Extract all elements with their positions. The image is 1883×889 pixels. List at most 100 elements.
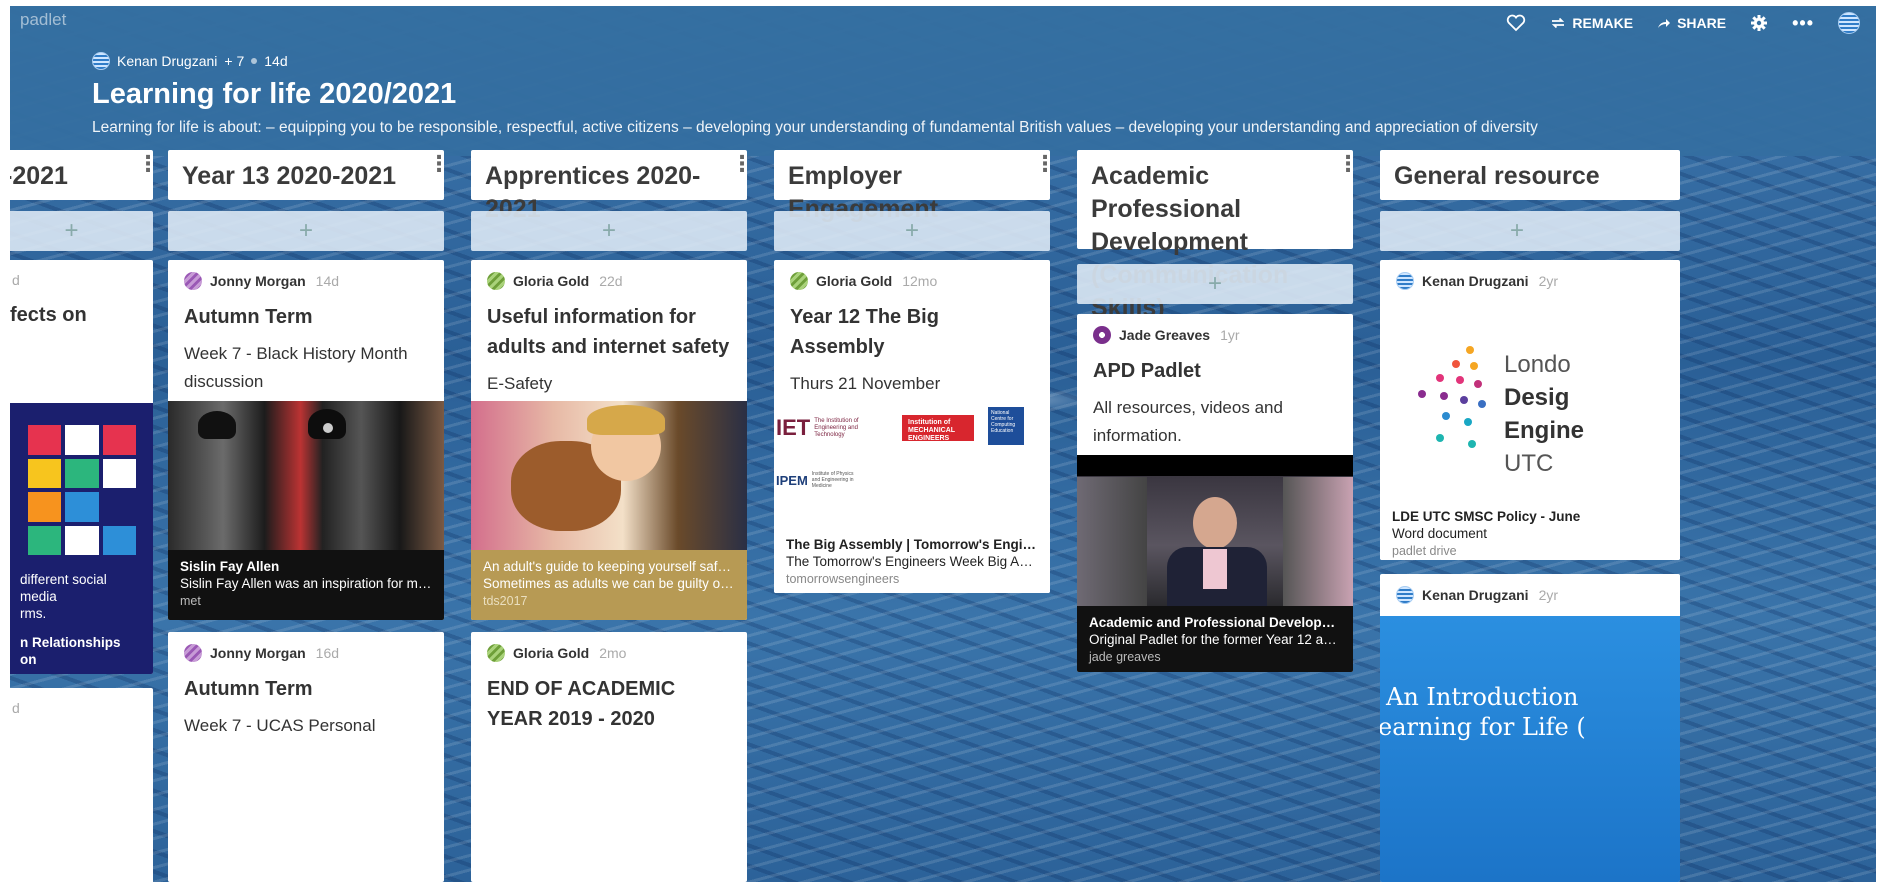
- column-header[interactable]: Apprentices 2020-2021 ⋮: [471, 150, 753, 223]
- post-attachment[interactable]: An adult's guide to keeping yourself saf…: [471, 550, 747, 620]
- attachment-description: Sislin Fay Allen was an inspiration for …: [180, 576, 432, 591]
- author-name[interactable]: Jonny Morgan: [210, 273, 306, 289]
- post-card[interactable]: Kenan Drugzani 2yr An Introduction earni…: [1380, 574, 1680, 882]
- attachment-title: The Big Assembly | Tomorrow's Engineer..…: [786, 537, 1038, 552]
- post-age: 12mo: [902, 273, 938, 289]
- add-post-button[interactable]: +: [1380, 211, 1680, 251]
- author-avatar: [487, 644, 505, 662]
- post-card[interactable]: d fects on different social media rms. n…: [10, 260, 153, 674]
- banner-line: An Introduction: [1386, 683, 1579, 711]
- post-age: 2mo: [599, 645, 627, 661]
- post-author: Gloria Gold 2mo: [471, 632, 747, 662]
- column-title: Year 13 2020-2021: [182, 162, 397, 190]
- kebab-menu-icon[interactable]: ⋮: [1337, 153, 1359, 175]
- banner-line: earning for Life (: [1380, 713, 1586, 741]
- padlet-logo[interactable]: padlet: [20, 10, 66, 30]
- author-name[interactable]: Jonny Morgan: [210, 645, 306, 661]
- post-card[interactable]: d: [10, 688, 153, 882]
- column-header[interactable]: General resource: [1380, 150, 1680, 200]
- author-avatar: [184, 272, 202, 290]
- board-age: 14d: [264, 53, 288, 69]
- post-age: d: [12, 700, 20, 716]
- attachment-description: Sometimes as adults we can be guilty of …: [483, 576, 735, 591]
- add-post-button[interactable]: +: [471, 211, 747, 251]
- post-title: Useful information for adults and intern…: [487, 306, 730, 358]
- post-attachment[interactable]: LDE UTC SMSC Policy - June Word document…: [1380, 500, 1680, 560]
- user-avatar-globe-icon[interactable]: [1838, 12, 1860, 34]
- remake-label: REMAKE: [1572, 15, 1634, 31]
- author-name[interactable]: Gloria Gold: [816, 273, 892, 289]
- attachment-title: An adult's guide to keeping yourself saf…: [483, 559, 735, 574]
- post-title: fects on: [10, 304, 87, 326]
- post-age: 16d: [315, 645, 340, 661]
- post-title: Autumn Term: [184, 678, 313, 700]
- board-description: Learning for life is about: – equipping …: [92, 119, 1538, 136]
- post-age: 14d: [315, 273, 340, 289]
- owner-name[interactable]: Kenan Drugzani: [117, 53, 217, 69]
- kebab-menu-icon[interactable]: ⋮: [428, 153, 450, 175]
- author-name[interactable]: Jade Greaves: [1119, 327, 1210, 343]
- heart-icon[interactable]: [1506, 14, 1526, 32]
- column-header[interactable]: Academic Professional Development (Commu…: [1077, 150, 1359, 322]
- post-author: Gloria Gold 22d: [471, 260, 747, 290]
- column-header[interactable]: Year 13 2020-2021 ⋮: [168, 150, 450, 200]
- post-card[interactable]: Jonny Morgan 14d Autumn Term Week 7 - Bl…: [168, 260, 444, 620]
- child-with-toy-photo: [471, 401, 747, 550]
- add-post-button[interactable]: +: [774, 211, 1050, 251]
- post-author: Jonny Morgan 16d: [168, 632, 444, 662]
- partner-logos-image: IET The Institution of Engineering and T…: [774, 401, 1050, 521]
- add-post-button[interactable]: +: [168, 211, 444, 251]
- next-title-line: n Relationships: [20, 635, 121, 650]
- kebab-menu-icon[interactable]: ⋮: [1034, 153, 1056, 175]
- post-author: Jonny Morgan 14d: [168, 260, 444, 290]
- attachment-title: Sislin Fay Allen: [180, 559, 280, 574]
- column-header[interactable]: Employer Engagement ⋮: [774, 150, 1056, 223]
- kebab-menu-icon[interactable]: ⋮: [731, 153, 753, 175]
- post-card[interactable]: Jade Greaves 1yr APD Padlet All resource…: [1077, 314, 1353, 672]
- post-card[interactable]: Gloria Gold 22d Useful information for a…: [471, 260, 747, 620]
- collaborator-count[interactable]: + 7: [224, 53, 244, 69]
- author-name[interactable]: Kenan Drugzani: [1422, 587, 1529, 603]
- caption-line: rms.: [20, 606, 47, 621]
- post-author: Gloria Gold 12mo: [774, 260, 1050, 290]
- post-card[interactable]: Kenan Drugzani 2yr Londo Desig Engine UT…: [1380, 260, 1680, 560]
- column-header[interactable]: -2021 ⋮: [10, 150, 159, 200]
- share-button[interactable]: SHARE: [1657, 15, 1726, 31]
- gear-icon[interactable]: [1750, 14, 1768, 32]
- attachment-description: Original Padlet for the former Year 12 a…: [1089, 632, 1341, 647]
- post-body: Week 7 - Black History Month discussion: [184, 344, 408, 391]
- caption-line: different social media: [20, 572, 107, 604]
- author-name[interactable]: Kenan Drugzani: [1422, 273, 1529, 289]
- post-attachment-caption[interactable]: different social media rms. n Relationsh…: [10, 563, 153, 674]
- author-name[interactable]: Gloria Gold: [513, 645, 589, 661]
- black-history-photo: [168, 401, 444, 550]
- attachment-title: Academic and Professional Development: [1089, 615, 1341, 630]
- author-avatar: [1396, 586, 1414, 604]
- board-background: padlet REMAKE SHARE ••• Kenan Drugzani +…: [10, 6, 1876, 882]
- kebab-menu-icon[interactable]: ⋮: [137, 153, 159, 175]
- attachment-source: tomorrowsengineers: [786, 572, 900, 586]
- attachment-source: jade greaves: [1089, 650, 1161, 664]
- post-title: APD Padlet: [1093, 360, 1201, 382]
- post-age: 2yr: [1538, 587, 1559, 603]
- presentation-banner: An Introduction earning for Life (: [1380, 616, 1680, 882]
- post-title: Autumn Term: [184, 306, 313, 328]
- post-attachment[interactable]: Academic and Professional Development Or…: [1077, 606, 1353, 672]
- remake-button[interactable]: REMAKE: [1550, 15, 1633, 31]
- post-card[interactable]: Gloria Gold 2mo END OF ACADEMIC YEAR 201…: [471, 632, 747, 882]
- add-post-button[interactable]: +: [10, 211, 153, 251]
- post-attachment[interactable]: Sislin Fay Allen Sislin Fay Allen was an…: [168, 550, 444, 620]
- post-title: END OF ACADEMIC YEAR 2019 - 2020: [487, 678, 676, 730]
- dots-logo-graphic: [1412, 346, 1492, 456]
- author-name[interactable]: Gloria Gold: [513, 273, 589, 289]
- ncce-logo: National Centre for Computing Education: [988, 407, 1024, 445]
- post-author: Jade Greaves 1yr: [1077, 314, 1353, 344]
- add-post-button[interactable]: +: [1077, 264, 1353, 304]
- more-options-icon[interactable]: •••: [1792, 13, 1814, 34]
- post-title: Year 12 The Big Assembly: [790, 306, 939, 358]
- post-card[interactable]: Gloria Gold 12mo Year 12 The Big Assembl…: [774, 260, 1050, 593]
- author-avatar: [1093, 326, 1111, 344]
- post-attachment[interactable]: The Big Assembly | Tomorrow's Engineer..…: [774, 528, 1050, 593]
- post-card[interactable]: Jonny Morgan 16d Autumn Term Week 7 - UC…: [168, 632, 444, 882]
- attachment-source: padlet drive: [1392, 544, 1457, 558]
